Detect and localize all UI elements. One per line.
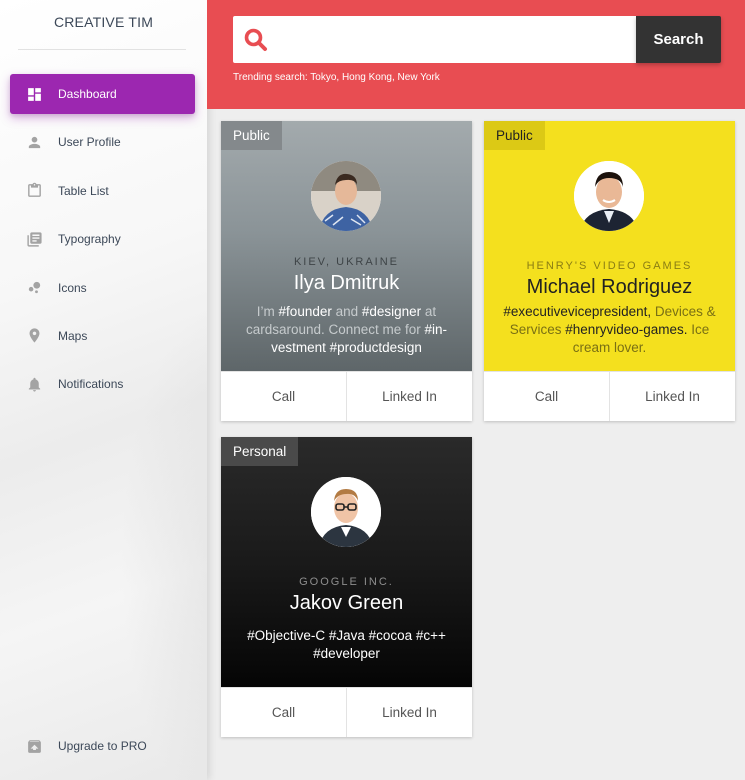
clipboard-icon [25, 182, 43, 200]
card-header: Public HENRY'S VIDEO GAMES Michael Rodri… [484, 121, 735, 371]
location-pin-icon [25, 327, 43, 345]
sidebar-item-notifications[interactable]: Notifications [10, 364, 195, 404]
bio-hashtag: #productdesign [329, 340, 422, 355]
sidebar-item-label: Maps [58, 328, 88, 343]
sidebar-upgrade: Upgrade to PRO [10, 726, 195, 766]
bio-text: #Objective-C #Java #cocoa #c++ #develope… [247, 628, 446, 661]
bio-hashtag: #founder [278, 304, 332, 319]
bio-hashtag: #executivevicepresident, [503, 304, 652, 319]
card-company: HENRY'S VIDEO GAMES [526, 260, 693, 272]
card-tag: Public [484, 121, 545, 150]
search-input[interactable] [279, 24, 629, 55]
unarchive-icon [25, 737, 43, 755]
profile-card-jakov: Personal GOOGLE INC. Jakov Green #Object… [221, 437, 472, 737]
sidebar-item-label: Typography [58, 232, 121, 247]
sidebar-item-table-list[interactable]: Table List [10, 171, 195, 211]
card-bio: I’m #founder and #designer at cardsaroun… [235, 303, 458, 357]
search-button[interactable]: Search [636, 16, 721, 63]
sidebar-item-label: Table List [58, 183, 109, 198]
sidebar-item-label: Icons [58, 280, 87, 295]
avatar [574, 161, 644, 231]
bio-text: I’m [256, 304, 279, 319]
card-company: KIEV, UKRAINE [293, 256, 400, 268]
sidebar-item-label: User Profile [58, 135, 121, 150]
search-icon [243, 27, 269, 53]
bio-hashtag: #designer [361, 304, 422, 319]
card-bio: #executivevicepresident, Devices & Servi… [498, 303, 721, 357]
linkedin-button[interactable]: Linked In [346, 688, 472, 737]
upgrade-to-pro-link[interactable]: Upgrade to PRO [10, 726, 195, 766]
card-header: Public KIEV, UKRAINE Ilya Dmitruk I’m #f… [221, 121, 472, 371]
call-button[interactable]: Call [484, 372, 609, 421]
card-actions: Call Linked In [221, 687, 472, 737]
card-bio: #Objective-C #Java #cocoa #c++ #develope… [235, 627, 458, 663]
linkedin-button[interactable]: Linked In [346, 372, 472, 421]
bell-icon [25, 375, 43, 393]
sidebar: CREATIVE TIM Dashboard User Profile Tabl… [0, 0, 207, 780]
brand-logo[interactable]: CREATIVE TIM [0, 0, 207, 48]
sidebar-item-icons[interactable]: Icons [10, 268, 195, 308]
upgrade-label: Upgrade to PRO [58, 739, 147, 753]
profile-card-michael: Public HENRY'S VIDEO GAMES Michael Rodri… [484, 121, 735, 421]
bio-text: and [331, 304, 362, 319]
card-actions: Call Linked In [484, 371, 735, 421]
call-button[interactable]: Call [221, 372, 346, 421]
library-books-icon [25, 230, 43, 248]
sidebar-item-user-profile[interactable]: User Profile [10, 122, 195, 162]
bubble-chart-icon [25, 279, 43, 297]
sidebar-nav: Dashboard User Profile Table List Typogr… [0, 74, 207, 413]
sidebar-item-label: Notifications [58, 377, 124, 392]
sidebar-item-typography[interactable]: Typography [10, 219, 195, 259]
card-header: Personal GOOGLE INC. Jakov Green #Object… [221, 437, 472, 687]
dashboard-icon [25, 85, 43, 103]
trending-search-text: Trending search: Tokyo, Hong Kong, New Y… [233, 72, 440, 83]
card-company: GOOGLE INC. [299, 576, 394, 588]
bio-hashtag: #henryvideo-games. [565, 322, 688, 337]
profile-card-ilya: Public KIEV, UKRAINE Ilya Dmitruk I’m #f… [221, 121, 472, 421]
sidebar-item-dashboard[interactable]: Dashboard [10, 74, 195, 114]
card-name: Jakov Green [289, 592, 404, 614]
sidebar-item-label: Dashboard [58, 87, 117, 101]
person-icon [25, 133, 43, 151]
card-name: Ilya Dmitruk [293, 272, 400, 294]
avatar [311, 477, 381, 547]
sidebar-item-maps[interactable]: Maps [10, 316, 195, 356]
brand-divider [18, 49, 186, 50]
avatar [311, 161, 381, 231]
search-header: Search Trending search: Tokyo, Hong Kong… [207, 0, 745, 109]
card-tag: Personal [221, 437, 299, 466]
card-name: Michael Rodriguez [526, 276, 693, 298]
card-actions: Call Linked In [221, 371, 472, 421]
search-box [233, 16, 637, 63]
call-button[interactable]: Call [221, 688, 346, 737]
card-tag: Public [221, 121, 282, 150]
linkedin-button[interactable]: Linked In [609, 372, 735, 421]
